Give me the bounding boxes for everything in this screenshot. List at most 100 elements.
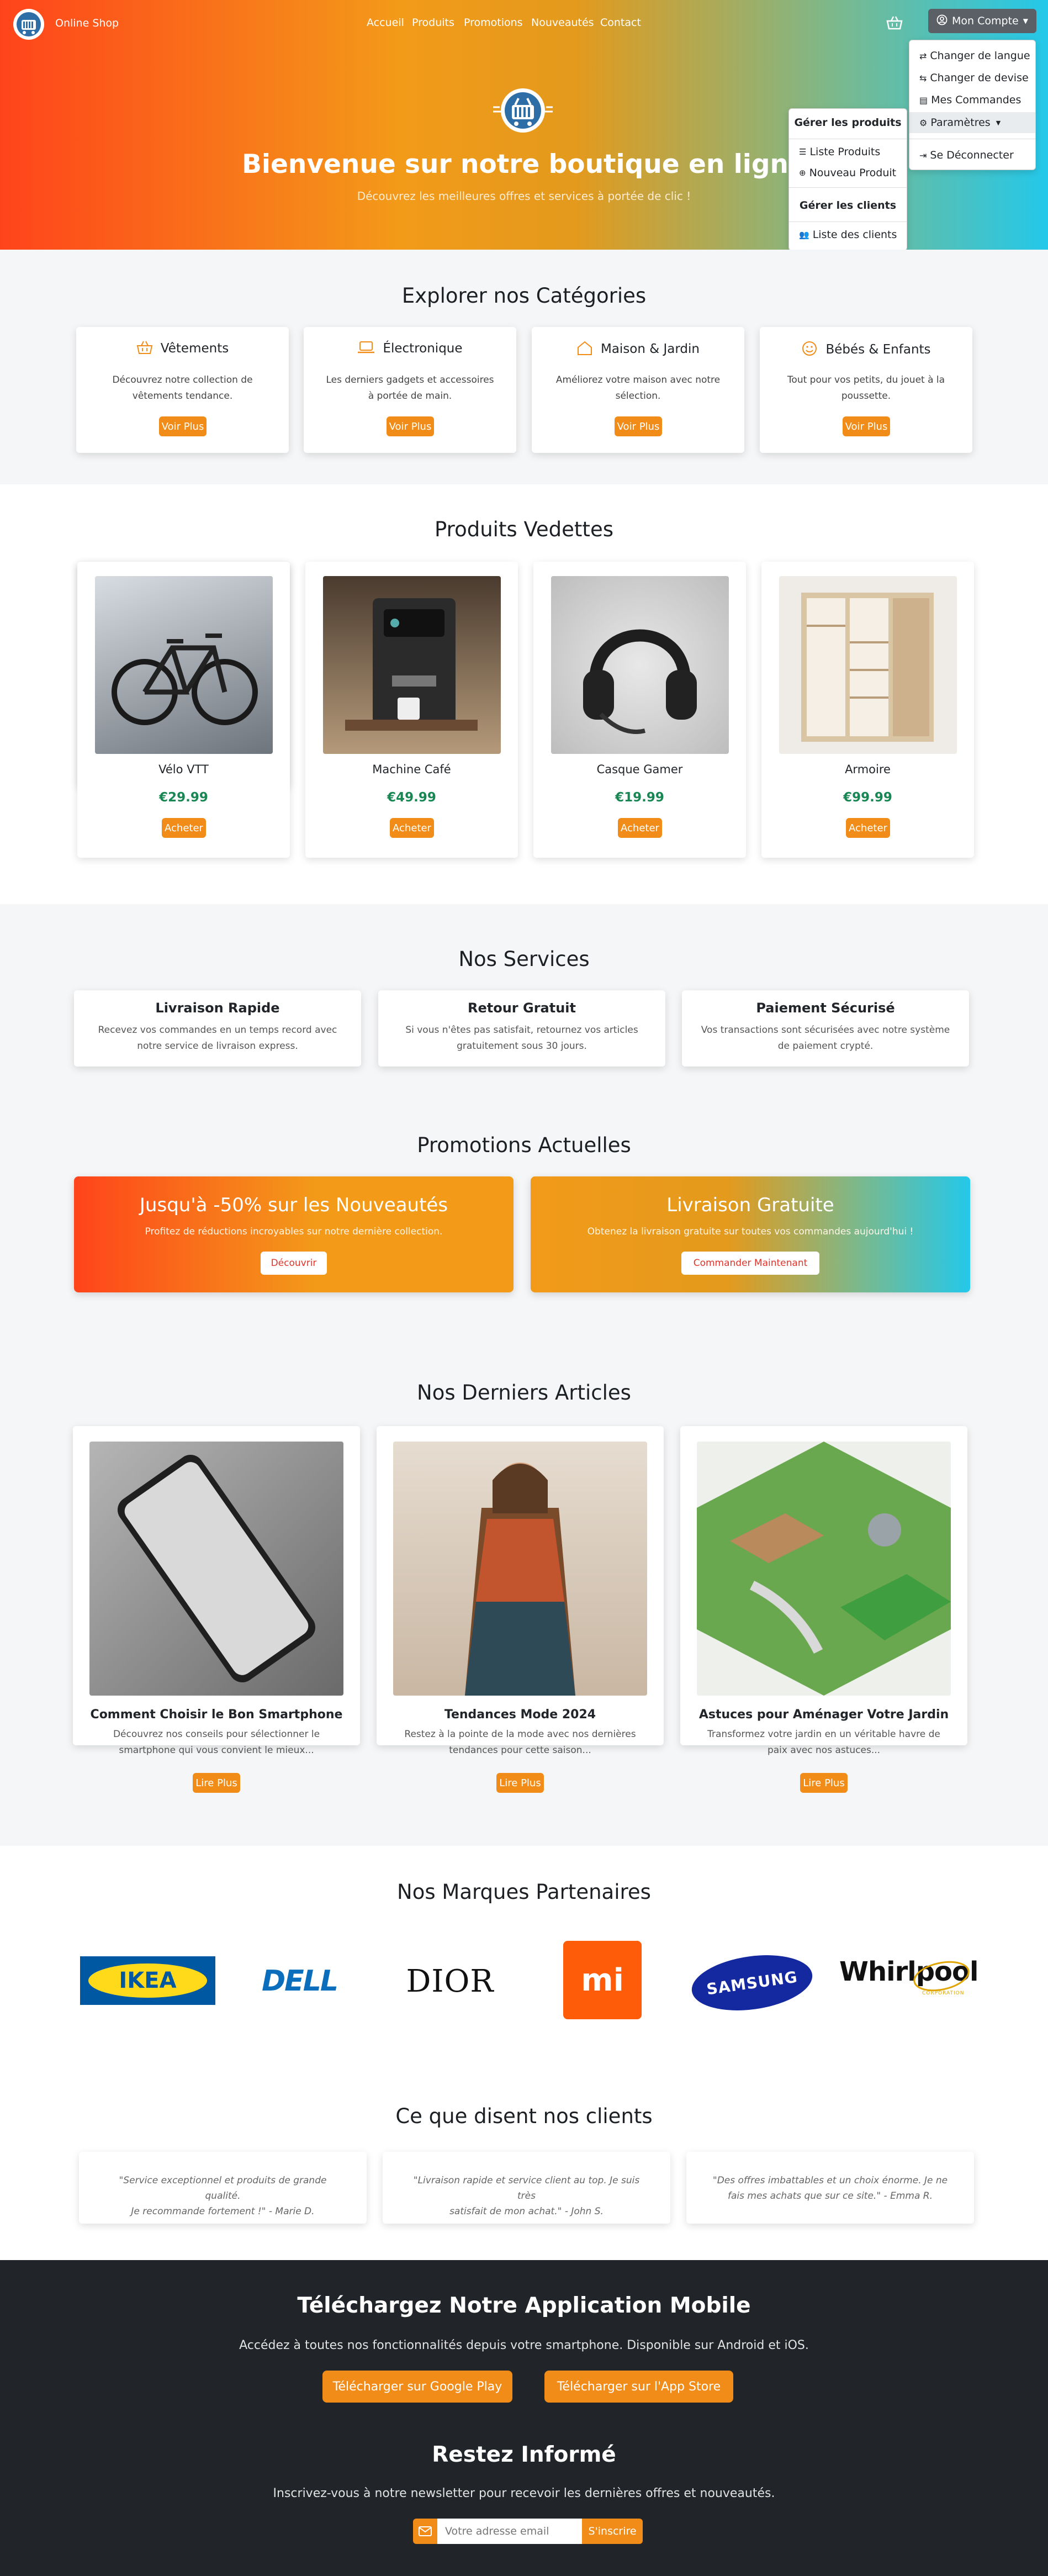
menu-client-list[interactable]: 👥 Liste des clients [789,226,907,244]
menu-logout[interactable]: ⇥ Se Déconnecter [909,146,1035,164]
product-name: Casque Gamer [596,763,683,776]
settings-submenu: Gérer les produits ☰ Liste Produits ⊕ Nouv… [788,108,907,251]
app-desc: Accédez à toutes nos fonctionnalités dep… [239,2339,809,2352]
nav-link-nouveautes[interactable]: Nouveautés [531,17,594,29]
product-card: Casque Gamer €19.99 Acheter [533,562,746,858]
list-icon: ☰ [799,147,807,157]
read-more-button[interactable]: Lire Plus [496,1773,544,1793]
newsletter-title: Restez Informé [432,2442,616,2467]
menu-my-orders[interactable]: ▤ Mes Commandes [909,91,1035,109]
services-section: Nos Services Livraison Rapide Recevez vo… [0,904,1048,1100]
read-more-button[interactable]: Lire Plus [800,1773,848,1793]
category-name: Maison & Jardin [600,342,700,356]
article-image-garden[interactable] [697,1442,951,1696]
menu-product-list[interactable]: ☰ Liste Produits [789,143,907,161]
product-name: Armoire [845,763,891,776]
menu-settings[interactable]: ⚙ Paramètres ▼ [909,112,1035,133]
discover-button[interactable]: Découvrir [261,1252,327,1275]
brands-section: Nos Marques Partenaires IKEA DELL DIOR m… [0,1846,1048,2050]
nav-link-promotions[interactable]: Promotions [464,17,523,29]
service-name: Livraison Rapide [155,1000,280,1016]
logo-icon[interactable] [12,8,45,41]
brand-logo-whirlpool[interactable]: Whirlpool CORPORATION [839,1954,978,2004]
see-more-button[interactable]: Voir Plus [159,416,207,436]
menu-new-product[interactable]: ⊕ Nouveau Produit [789,164,907,182]
testimonial-text: "Des offres imbattables et un choix énor… [712,2175,948,2202]
article-desc: Restez à la pointe de la mode avec nos d… [404,1729,636,1756]
google-play-button[interactable]: Télécharger sur Google Play [322,2371,512,2403]
product-price: €29.99 [159,790,208,805]
promo-title: Jusqu'à -50% sur les Nouveautés [139,1194,448,1216]
promo-card: Livraison Gratuite Obtenez la livraison … [531,1176,970,1292]
categories-title: Explorer nos Catégories [401,284,647,308]
see-more-button[interactable]: Voir Plus [387,416,434,436]
service-card: Paiement Sécurisé Vos transactions sont … [682,990,969,1067]
category-desc: Découvrez notre collection de vêtements t… [112,374,253,402]
categories-section: Explorer nos Catégories Vêtements Découv… [0,250,1048,484]
product-price: €99.99 [843,790,892,805]
category-card: Bébés & Enfants Tout pour vos petits, du… [760,327,972,453]
buy-button[interactable]: Acheter [162,818,206,838]
article-image-smartphone[interactable] [89,1442,343,1696]
newsletter-desc: Inscrivez-vous à notre newsletter pour r… [273,2487,775,2500]
promotions-section: Promotions Actuelles Jusqu'à -50% sur le… [0,1100,1048,1316]
see-more-button[interactable]: Voir Plus [843,416,890,436]
menu-change-language[interactable]: ⇄ Changer de langue [909,47,1035,65]
nav-link-contact[interactable]: Contact [600,17,641,29]
category-name: Vêtements [160,341,229,356]
order-now-button[interactable]: Commander Maintenant [681,1252,819,1275]
smile-icon [801,340,818,359]
menu-change-currency[interactable]: ⇆ Changer de devise [909,69,1035,87]
service-name: Retour Gratuit [468,1000,576,1016]
category-desc: Améliorez votre maison avec notre sélecti… [555,374,721,402]
nav-link-produits[interactable]: Produits [412,17,454,29]
brand-logo-xiaomi[interactable]: mi [563,1941,642,2019]
article-card: Comment Choisir le Bon Smartphone [73,1426,360,1745]
service-card: Livraison Rapide Recevez vos commandes e… [74,990,361,1067]
testimonials-section: Ce que disent nos clients "Service excep… [0,2050,1048,2260]
brand-logo-samsung[interactable]: SAMSUNG [688,1948,816,2018]
service-name: Paiement Sécurisé [756,1000,895,1016]
article-desc: Découvrez nos conseils pour sélectionner… [113,1729,320,1756]
user-circle-icon [936,14,948,28]
product-card: Armoire €99.99 Acheter [761,562,974,858]
buy-button[interactable]: Acheter [618,818,662,838]
app-store-button[interactable]: Télécharger sur l'App Store [544,2371,733,2403]
shop-basket-icon [490,83,556,138]
category-name: Électronique [383,341,463,356]
brand-logo-ikea[interactable]: IKEA [80,1956,215,2005]
services-title: Nos Services [458,947,590,971]
newsletter-email-input[interactable] [437,2519,582,2544]
category-card: Vêtements Découvrez notre collection de v… [76,327,289,453]
product-image-coffee-machine[interactable] [323,576,501,754]
article-image-fashion[interactable] [393,1442,647,1696]
read-more-button[interactable]: Lire Plus [193,1773,240,1793]
product-image-wardrobe[interactable] [779,576,957,754]
see-more-button[interactable]: Voir Plus [615,416,662,436]
category-card: Électronique Les derniers gadgets et acc… [304,327,516,453]
nav-link-accueil[interactable]: Accueil [367,17,404,29]
footer-section: Téléchargez Notre Application Mobile Acc… [0,2260,1048,2576]
basket-icon [136,340,153,357]
testimonial-text: "Service exceptionnel et produits de gra… [119,2175,327,2217]
subscribe-button[interactable]: S'inscrire [582,2519,643,2544]
account-button[interactable]: Mon Compte ▼ [928,9,1036,33]
promo-desc: Profitez de réductions incroyables sur n… [145,1226,443,1237]
product-price: €49.99 [387,790,436,805]
submenu-divider [789,187,907,188]
featured-title: Produits Vedettes [435,518,613,541]
brand-logo-dell[interactable]: DELL [251,1962,348,2000]
cart-icon[interactable] [886,15,903,31]
articles-section: Nos Derniers Articles Comment Choisir le… [0,1316,1048,1846]
category-desc: Tout pour vos petits, du jouet à la pouss… [787,374,945,402]
brand-logo-dior[interactable]: DIOR [395,1962,505,2000]
product-image-bike[interactable] [95,576,273,754]
buy-button[interactable]: Acheter [846,818,890,838]
brand-name[interactable]: Online Shop [55,17,119,29]
product-image-headset[interactable] [551,576,729,754]
caret-down-icon: ▼ [1023,17,1028,25]
laptop-icon [357,340,375,357]
logout-icon: ⇥ [919,150,927,161]
buy-button[interactable]: Acheter [390,818,434,838]
submenu-header-clients: Gérer les clients [799,199,897,212]
